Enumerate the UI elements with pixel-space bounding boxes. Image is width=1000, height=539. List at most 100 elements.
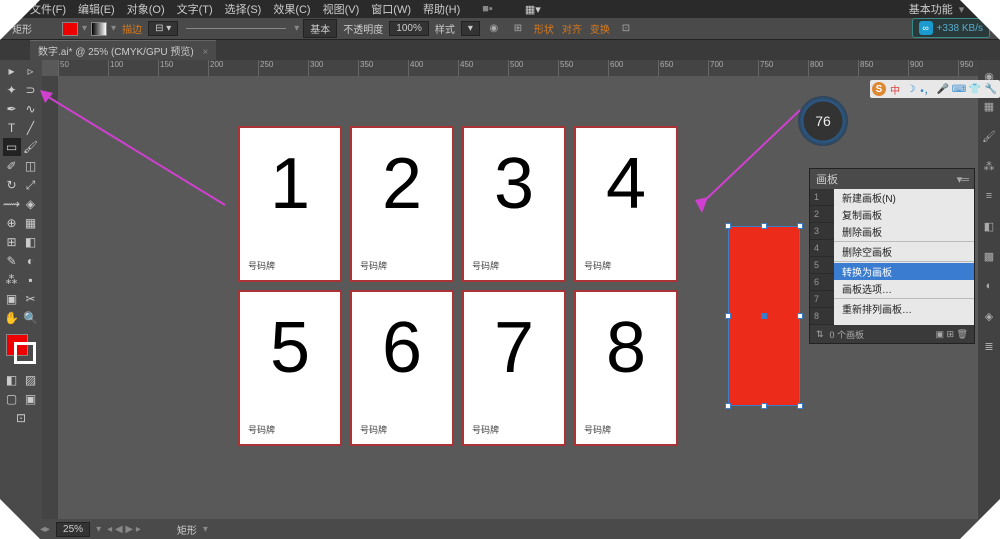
selected-red-rectangle[interactable] — [728, 226, 800, 406]
swatches-panel-icon[interactable]: ▦ — [981, 98, 997, 114]
resize-handle[interactable] — [725, 403, 731, 409]
resize-handle[interactable] — [797, 313, 803, 319]
transform-label[interactable]: 形状 — [532, 21, 556, 36]
magic-wand-tool[interactable]: ✦ — [3, 81, 21, 99]
panel-header[interactable]: 画板 ▾═ — [810, 169, 974, 189]
align-label[interactable]: 对齐 — [560, 21, 584, 36]
stroke-label[interactable]: 描边 — [120, 21, 144, 36]
resize-handle[interactable] — [761, 223, 767, 229]
appearance-panel-icon[interactable]: ◐ — [981, 278, 997, 294]
ime-moon-icon[interactable]: ☽ — [904, 82, 918, 96]
stroke-weight[interactable]: ⊟ ▾ — [148, 21, 178, 36]
mesh-tool[interactable]: ⊞ — [3, 233, 21, 251]
artboard-card[interactable]: 1号码牌 — [238, 126, 342, 282]
gradient-tool[interactable]: ◧ — [22, 233, 40, 251]
transparency-panel-icon[interactable]: ▩ — [981, 248, 997, 264]
resize-handle[interactable] — [725, 223, 731, 229]
ime-mic-icon[interactable]: 🎤 — [936, 82, 950, 96]
align2-label[interactable]: 变换 — [588, 21, 612, 36]
artboard-row[interactable]: 3 — [810, 223, 834, 240]
draw-normal[interactable]: ▢ — [3, 390, 21, 408]
artboard-row[interactable]: 7 — [810, 291, 834, 308]
perspective-tool[interactable]: ▦ — [22, 214, 40, 232]
screen-mode[interactable]: ⊡ — [12, 409, 30, 427]
context-menu-item[interactable]: 复制画板 — [834, 206, 974, 223]
artboard-list[interactable]: 12345678 — [810, 189, 834, 325]
shaper-tool[interactable]: ✐ — [3, 157, 21, 175]
layers-panel-icon[interactable]: ≣ — [981, 338, 997, 354]
context-menu-item[interactable]: 重新排列画板… — [834, 300, 974, 317]
artboard-tool[interactable]: ▣ — [3, 290, 21, 308]
document-tab[interactable]: 数字.ai* @ 25% (CMYK/GPU 预览) × — [30, 40, 216, 60]
zoom-tool[interactable]: 🔍 — [22, 309, 40, 327]
artboard-card[interactable]: 5号码牌 — [238, 290, 342, 446]
sogou-icon[interactable]: S — [872, 82, 886, 96]
brushes-panel-icon[interactable]: 🖌 — [981, 128, 997, 144]
context-menu-item[interactable]: 新建画板(N) — [834, 189, 974, 206]
resize-handle[interactable] — [797, 223, 803, 229]
stroke-swatch[interactable] — [91, 22, 107, 36]
context-menu-item[interactable]: 删除空画板 — [834, 243, 974, 260]
resize-handle[interactable] — [797, 403, 803, 409]
artboard-card[interactable]: 6号码牌 — [350, 290, 454, 446]
artboard-row[interactable]: 5 — [810, 257, 834, 274]
menu-view[interactable]: 视图(V) — [323, 1, 360, 17]
artboard-row[interactable]: 2 — [810, 206, 834, 223]
menu-window[interactable]: 窗口(W) — [371, 1, 411, 17]
symbol-sprayer-tool[interactable]: ⁂ — [3, 271, 21, 289]
menu-edit[interactable]: 编辑(E) — [78, 1, 115, 17]
artboard-card[interactable]: 7号码牌 — [462, 290, 566, 446]
artboard-card[interactable]: 4号码牌 — [574, 126, 678, 282]
rectangle-tool[interactable]: ▭ — [3, 138, 21, 156]
zoom-level[interactable]: 25% — [56, 522, 90, 537]
direct-selection-tool[interactable]: ▹ — [22, 62, 40, 80]
rotate-tool[interactable]: ↻ — [3, 176, 21, 194]
menu-type[interactable]: 文字(T) — [177, 1, 213, 17]
context-menu-item[interactable]: 转换为画板 — [834, 263, 974, 280]
menu-effect[interactable]: 效果(C) — [273, 1, 310, 17]
width-tool[interactable]: ⟿ — [3, 195, 21, 213]
slice-tool[interactable]: ✂ — [22, 290, 40, 308]
stroke-panel-icon[interactable]: ≡ — [981, 188, 997, 204]
brush-basic[interactable]: 基本 — [303, 19, 337, 38]
panel-menu-icon[interactable]: ▾═ — [957, 173, 968, 186]
gradient-panel-icon[interactable]: ◧ — [981, 218, 997, 234]
fill-stroke-control[interactable] — [6, 334, 36, 364]
artboard-row[interactable]: 1 — [810, 189, 834, 206]
isolate-icon[interactable]: ⊡ — [616, 21, 636, 37]
symbols-panel-icon[interactable]: ⁂ — [981, 158, 997, 174]
pen-tool[interactable]: ✒ — [3, 100, 21, 118]
resize-handle[interactable] — [725, 313, 731, 319]
artboard-row[interactable]: 8 — [810, 308, 834, 325]
color-mode[interactable]: ◧ — [3, 371, 21, 389]
workspace-selector[interactable]: 基本功能 — [909, 1, 953, 17]
recolor-icon[interactable]: ◉ — [484, 21, 504, 37]
artboard-card[interactable]: 2号码牌 — [350, 126, 454, 282]
style-picker[interactable]: ▾ — [461, 21, 480, 36]
ime-settings-icon[interactable]: 🔧 — [984, 82, 998, 96]
context-menu-item[interactable]: 删除画板 — [834, 223, 974, 240]
gradient-mode[interactable]: ▨ — [22, 371, 40, 389]
blend-tool[interactable]: ◐ — [22, 252, 40, 270]
menu-select[interactable]: 选择(S) — [225, 1, 262, 17]
artboard-card[interactable]: 8号码牌 — [574, 290, 678, 446]
resize-handle[interactable] — [761, 403, 767, 409]
artboard-row[interactable]: 4 — [810, 240, 834, 257]
selection-tool[interactable]: ▸ — [3, 62, 21, 80]
ime-keyboard-icon[interactable]: ⌨ — [952, 82, 966, 96]
hand-tool[interactable]: ✋ — [3, 309, 21, 327]
ime-zh[interactable]: 中 — [888, 82, 902, 96]
fill-swatch[interactable] — [62, 22, 78, 36]
draw-behind[interactable]: ▣ — [22, 390, 40, 408]
ime-punct-icon[interactable]: •， — [920, 82, 934, 96]
center-handle[interactable] — [761, 313, 767, 319]
align-icon[interactable]: ⊞ — [508, 21, 528, 37]
shape-builder-tool[interactable]: ⊕ — [3, 214, 21, 232]
graphic-styles-panel-icon[interactable]: ◈ — [981, 308, 997, 324]
type-tool[interactable]: T — [3, 119, 21, 137]
opacity-field[interactable]: 100% — [389, 21, 429, 36]
menu-object[interactable]: 对象(O) — [127, 1, 165, 17]
artboard-row[interactable]: 6 — [810, 274, 834, 291]
ime-toolbar[interactable]: S 中 ☽ •， 🎤 ⌨ 👕 🔧 — [870, 80, 1000, 98]
artboard-card[interactable]: 3号码牌 — [462, 126, 566, 282]
